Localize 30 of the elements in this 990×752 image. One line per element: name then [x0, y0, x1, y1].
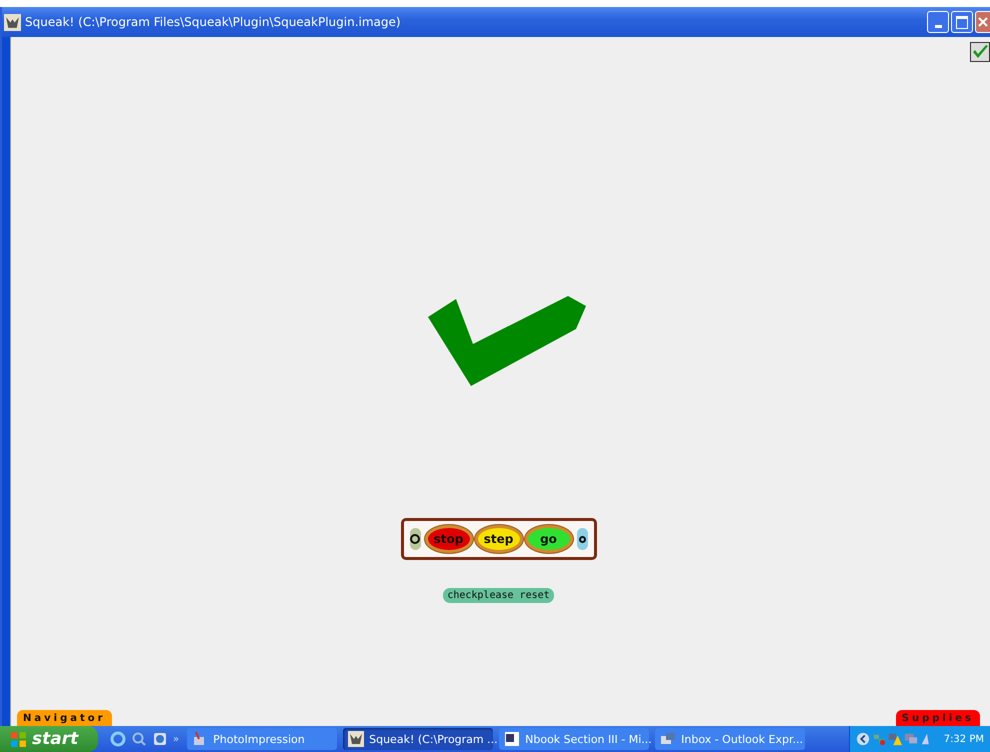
search-icon[interactable]: [131, 731, 147, 747]
go-button[interactable]: go: [524, 525, 572, 553]
mouse-face-icon: [348, 731, 364, 747]
warning-icon[interactable]: [888, 732, 902, 746]
chevron-icon[interactable]: [856, 732, 870, 746]
checkmark-icon[interactable]: [970, 42, 990, 62]
overflow-chevron[interactable]: »: [173, 734, 180, 745]
close-icon: [978, 17, 988, 27]
clock: 7:32 PM: [944, 734, 984, 744]
mouse-face-icon: [4, 14, 21, 30]
flag-icon: [10, 730, 27, 748]
browser-icon[interactable]: [110, 731, 126, 747]
maximize-button[interactable]: [951, 11, 973, 33]
round-button[interactable]: [410, 528, 420, 550]
flap-tab[interactable]: Supplies: [896, 710, 980, 726]
script-button[interactable]: checkplease reset: [443, 588, 554, 603]
flap-tab[interactable]: Navigator: [17, 710, 112, 726]
round-button[interactable]: [576, 528, 588, 550]
minimize-button[interactable]: [927, 11, 949, 33]
start-button[interactable]: start: [0, 726, 98, 752]
stop-button[interactable]: stop: [424, 525, 472, 553]
mail-icon: [660, 731, 676, 747]
taskbar-button[interactable]: PhotoImpression: [187, 728, 338, 750]
checkmark-drawing[interactable]: [428, 296, 588, 388]
window-title: Squeak! (C:\Program Files\Squeak\Plugin\SqueakPlugin.image): [25, 15, 401, 29]
document-icon: [504, 731, 520, 747]
taskbar-button[interactable]: Nbook Section III - Mi...: [499, 728, 650, 750]
taskbar-button[interactable]: Inbox - Outlook Expr...: [655, 728, 806, 750]
step-button[interactable]: step: [474, 525, 522, 553]
close-button[interactable]: [975, 11, 990, 33]
